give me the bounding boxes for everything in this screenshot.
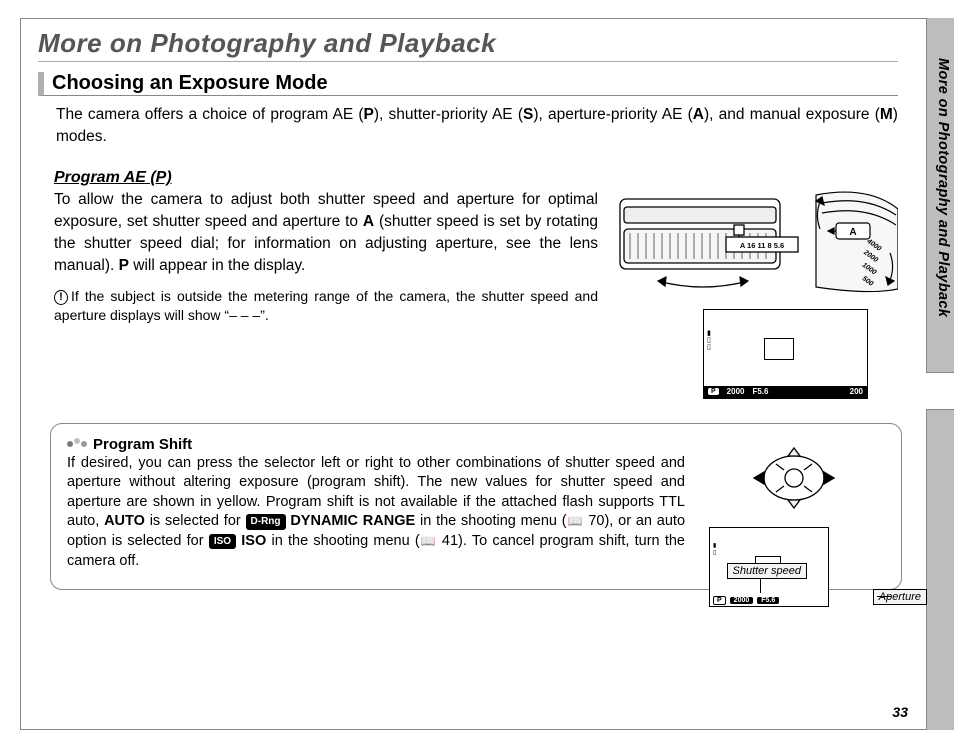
intro-part2: ), shutter-priority AE ( (374, 106, 523, 123)
intro-part1: The camera offers a choice of program AE… (56, 106, 364, 123)
leader-line-ap (877, 596, 891, 597)
intro-paragraph: The camera offers a choice of program AE… (38, 102, 898, 161)
drng-badge: D-Rng (246, 514, 286, 530)
mode-p: P (364, 106, 374, 123)
label-shutter-speed: Shutter speed (727, 563, 808, 579)
mode-a: A (693, 106, 704, 123)
metering-note: !If the subject is outside the metering … (54, 287, 598, 325)
mini-lcd-bar: P 2000 F5.6 (710, 595, 828, 606)
lcd-status-bar: P 2000 F5.6 200 (704, 386, 867, 398)
side-tab-text: More on Photography and Playback (935, 58, 951, 317)
lcd-p-badge: P (708, 388, 719, 395)
c-dynamic-range: DYNAMIC RANGE (286, 513, 416, 529)
program-ae-body: To allow the camera to adjust both shutt… (54, 189, 598, 277)
body-c: will appear in the display. (129, 257, 305, 274)
selector-icon (709, 446, 879, 516)
intro-part4: ), and manual exposure ( (704, 106, 880, 123)
lcd-side-scale: ▮▯▯ (707, 330, 711, 351)
page-number: 33 (892, 704, 908, 720)
note-text: If the subject is outside the metering r… (54, 288, 598, 323)
lcd-focus-box (764, 338, 794, 360)
body-b-bold: P (119, 257, 129, 274)
book-icon: 📖 (568, 513, 583, 529)
lens-dial-svg: A 16 11 8 5.6 A (618, 189, 898, 299)
book-icon-2: 📖 (421, 533, 436, 549)
side-tab: More on Photography and Playback (932, 58, 954, 428)
page-title: More on Photography and Playback (38, 28, 898, 62)
iso-badge: ISO (209, 534, 236, 550)
mode-s: S (523, 106, 533, 123)
page-content: More on Photography and Playback Choosin… (38, 28, 898, 590)
mini-lcd-side: ▮▯ (713, 542, 716, 556)
note-icon: ! (54, 290, 68, 305)
intro-part3: ), aperture-priority AE ( (533, 106, 692, 123)
dial-a-marker: A (849, 227, 856, 238)
program-ae-block: To allow the camera to adjust both shutt… (38, 189, 898, 325)
lcd-shutter: 2000 (727, 387, 745, 396)
c-t3: in the shooting menu ( (415, 513, 566, 529)
mode-m: M (880, 106, 893, 123)
c-t4: in the shoot­ing menu ( (266, 533, 420, 549)
leader-line-ss (760, 579, 761, 593)
c-iso: ISO (236, 533, 266, 549)
lens-dial-figure: A 16 11 8 5.6 A (618, 189, 898, 299)
tip-icon (67, 441, 87, 447)
label-aperture: Aperture (873, 589, 927, 605)
section-heading: Choosing an Exposure Mode (38, 72, 898, 96)
callout-body: If desired, you can press the selector l… (67, 454, 685, 571)
mini-p-badge: P (713, 596, 726, 605)
mini-fstop: F5.6 (757, 597, 779, 604)
lcd-preview-figure: ▮▯▯ P 2000 F5.6 200 (703, 309, 868, 409)
c-auto: AUTO (104, 513, 145, 529)
lcd-iso: 200 (850, 387, 863, 396)
lcd-frame: ▮▯▯ P 2000 F5.6 200 (703, 309, 868, 399)
lcd-fstop: F5.6 (752, 387, 768, 396)
mini-shutter: 2000 (730, 597, 754, 604)
program-shift-callout: Program Shift If desired, you can press … (50, 423, 902, 590)
aperture-ring-numbers: A 16 11 8 5.6 (740, 241, 784, 250)
body-a-bold: A (363, 213, 374, 230)
c-t2: is selected for (145, 513, 246, 529)
callout-title-text: Program Shift (93, 436, 192, 453)
callout-figure: ▮▯ P 2000 F5.6 Shutter speed Aperture (709, 446, 879, 607)
subsection-heading: Program AE (P) (54, 169, 898, 187)
